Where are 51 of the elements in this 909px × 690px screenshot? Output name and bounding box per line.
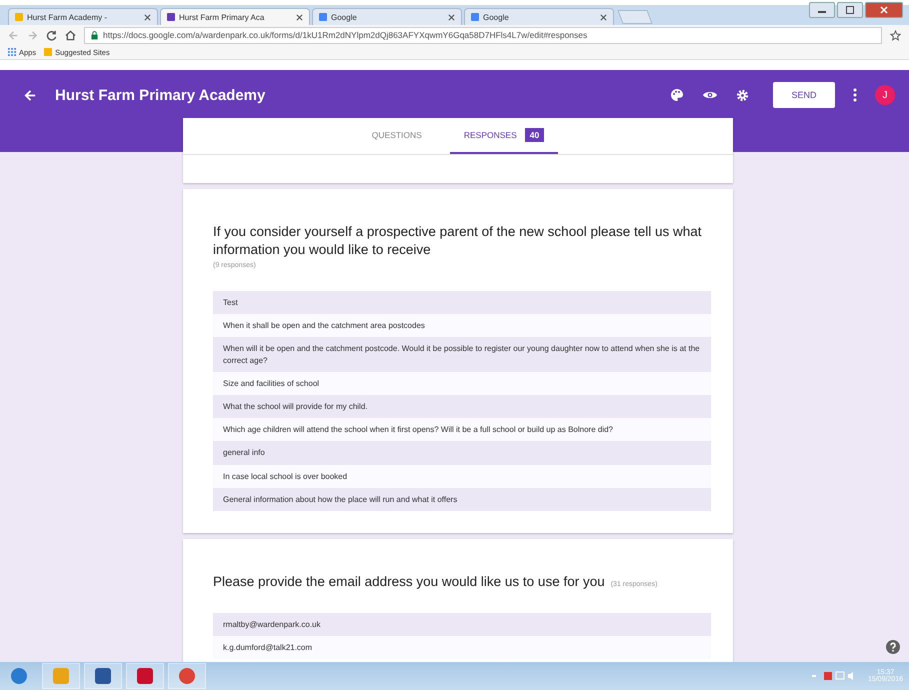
tab-favicon-icon bbox=[167, 13, 175, 21]
help-icon[interactable] bbox=[886, 640, 900, 654]
form-tab[interactable]: QUESTIONS bbox=[358, 118, 436, 154]
response-count-badge: 40 bbox=[524, 128, 544, 142]
answer-row: When it shall be open and the catchment area postcodes bbox=[213, 314, 711, 338]
browser-tab[interactable]: Hurst Farm Academy - bbox=[8, 8, 158, 25]
eye-icon[interactable] bbox=[702, 89, 718, 101]
tab-favicon-icon bbox=[471, 13, 479, 21]
apps-grid-icon bbox=[8, 48, 16, 56]
question-title: If you consider yourself a prospective parent of the new school please tell us what information you would like to receive bbox=[213, 223, 703, 258]
minimize-icon[interactable] bbox=[809, 2, 835, 18]
address-bar[interactable]: https://docs.google.com/a/wardenpark.co.uk/forms/d/1kU1Rm2dNYlpm2dQj863AFYXqwmY6Gqa58D7HFls4L7w/edit#responses bbox=[84, 26, 882, 44]
answer-row: rmaltby@wardenpark.co.uk bbox=[213, 612, 711, 636]
home-icon[interactable] bbox=[65, 30, 76, 40]
answer-row: Test bbox=[213, 291, 711, 314]
answer-row: What the school will provide for my child. bbox=[213, 395, 711, 418]
palette-icon[interactable] bbox=[670, 88, 684, 102]
send-button[interactable]: SEND bbox=[773, 82, 835, 108]
question-title: Please provide the email address you would like us to use for you bbox=[213, 572, 605, 591]
taskbar-app-icon[interactable] bbox=[126, 663, 164, 689]
close-icon[interactable] bbox=[296, 14, 303, 20]
browser-tab[interactable]: Google bbox=[312, 8, 462, 25]
tab-favicon-icon bbox=[15, 13, 23, 21]
lock-icon bbox=[91, 30, 98, 40]
browser-tab[interactable]: Hurst Farm Primary Aca bbox=[160, 8, 310, 25]
avatar[interactable]: J bbox=[875, 85, 895, 105]
back-arrow-icon[interactable] bbox=[24, 88, 37, 102]
more-icon[interactable] bbox=[853, 88, 857, 102]
star-icon[interactable] bbox=[890, 30, 901, 40]
reload-icon[interactable] bbox=[46, 30, 57, 40]
site-favicon-icon bbox=[44, 48, 52, 56]
tab-favicon-icon bbox=[319, 13, 327, 21]
tray-icons[interactable] bbox=[812, 671, 856, 681]
answer-row: General information about how the place will run and what it offers bbox=[213, 488, 711, 511]
answer-row: In case local school is over booked bbox=[213, 464, 711, 488]
taskbar-app-icon[interactable] bbox=[84, 663, 122, 689]
answer-row: When will it be open and the catchment postcode. Would it be possible to register our young daughter now to attend when she is at the correct age? bbox=[213, 337, 711, 372]
close-icon[interactable] bbox=[144, 14, 151, 20]
maximize-icon[interactable] bbox=[837, 2, 863, 18]
form-title: Hurst Farm Primary Academy bbox=[55, 86, 266, 104]
form-tab[interactable]: RESPONSES 40 bbox=[450, 118, 558, 154]
answer-row: general info bbox=[213, 441, 711, 465]
answer-row: k.g.dumford@talk21.com bbox=[213, 636, 711, 659]
taskbar-app-icon[interactable] bbox=[168, 663, 206, 689]
browser-tab[interactable]: Google bbox=[464, 8, 614, 25]
close-icon[interactable] bbox=[448, 14, 455, 20]
settings-icon[interactable] bbox=[736, 88, 749, 102]
close-icon[interactable] bbox=[865, 2, 903, 18]
answer-row: Size and facilities of school bbox=[213, 372, 711, 396]
answer-row: Which age children will attend the school when it first opens? Will it be a full school or build up as Bolnore did? bbox=[213, 418, 711, 442]
close-icon[interactable] bbox=[600, 14, 607, 20]
